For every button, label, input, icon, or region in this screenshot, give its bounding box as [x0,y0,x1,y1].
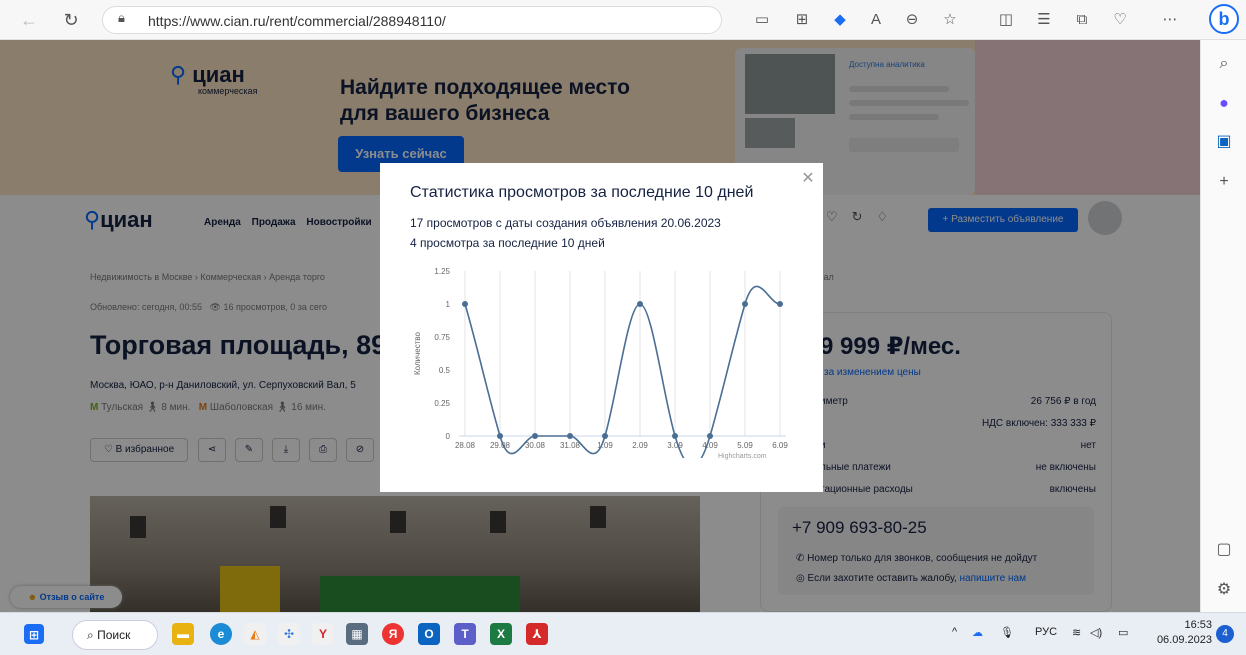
browser-sidebar: ⌕ ● ▣ + ▢ ⚙ [1200,40,1246,612]
modal-title: Статистика просмотров за последние 10 дн… [410,184,754,201]
outlook-taskbar-icon[interactable]: O [418,623,440,645]
sidebar-toggle-icon[interactable]: ▢ [1214,540,1234,560]
data-point[interactable] [672,433,678,439]
y-axis-label: Количество [413,331,422,375]
zoom-icon[interactable]: ⊖ [902,10,922,30]
app-grid-icon[interactable]: ⊞ [792,10,812,30]
battery-icon[interactable]: ▭ [1118,626,1128,639]
yandex-icon[interactable]: Y [312,623,334,645]
pdf-reader-icon[interactable]: ⅄ [526,623,548,645]
more-menu-icon[interactable]: ⋯ [1160,10,1180,30]
read-aloud-icon[interactable]: A [866,10,886,30]
y-tick-label: 0 [446,432,451,441]
chevron-up-icon[interactable]: ^ [952,626,957,638]
notification-badge[interactable]: 4 [1216,625,1234,643]
teams-icon[interactable]: T [454,623,476,645]
onedrive-icon[interactable]: ☁ [972,626,983,639]
views-stats-modal: ✕ Статистика просмотров за последние 10 … [380,163,823,492]
settings-gear-icon[interactable]: ⚙ [1214,580,1234,600]
data-point[interactable] [532,433,538,439]
data-point[interactable] [637,301,643,307]
edge-browser-icon[interactable]: e [210,623,232,645]
x-tick-label: 3.09 [667,441,683,450]
add-icon[interactable]: + [1214,172,1234,192]
calculator-icon[interactable]: ▦ [346,623,368,645]
x-tick-label: 29.08 [490,441,511,450]
excel-icon[interactable]: X [490,623,512,645]
copilot-icon[interactable]: ● [1214,94,1234,114]
yandex-browser-icon[interactable]: Я [382,623,404,645]
extension-icon[interactable]: ◆ [830,10,850,30]
y-tick-label: 0.75 [434,333,450,342]
x-tick-label: 4.09 [702,441,718,450]
back-arrow-icon[interactable]: ← [18,9,40,31]
search-icon: ⌕ [87,628,94,642]
y-axis: 0 0.25 0.5 0.75 1 1.25 [434,267,450,441]
highcharts-credits[interactable]: Highcharts.com [718,453,767,460]
outlook-icon[interactable]: ▣ [1214,132,1234,152]
favorite-star-icon[interactable]: ☆ [940,10,960,30]
x-tick-label: 2.09 [632,441,648,450]
bing-chat-icon[interactable]: b [1209,4,1239,34]
browser-toolbar: ← ↻ 🔒︎ https://www.cian.ru/rent/commerci… [0,0,1246,40]
data-point[interactable] [742,301,748,307]
y-tick-label: 0.25 [434,399,450,408]
x-tick-label: 30.08 [525,441,546,450]
series-points [462,301,783,439]
taskbar-search[interactable]: ⌕ Поиск [72,620,158,650]
url-text[interactable]: https://www.cian.ru/rent/commercial/2889… [148,13,446,29]
x-tick-label: 6.09 [772,441,788,450]
y-tick-label: 0.5 [439,366,451,375]
x-tick-label: 31.08 [560,441,581,450]
puzzle-app-icon[interactable]: ✣ [278,623,300,645]
x-tick-label: 28.08 [455,441,476,450]
data-point[interactable] [707,433,713,439]
data-point[interactable] [462,301,468,307]
language-indicator[interactable]: РУС [1035,626,1057,638]
close-icon[interactable]: ✕ [800,171,816,187]
data-point[interactable] [497,433,503,439]
split-screen-icon[interactable]: ◫ [996,10,1016,30]
data-point[interactable] [602,433,608,439]
file-explorer-icon[interactable]: ▬ [172,623,194,645]
collections-icon[interactable]: ⧉ [1072,10,1092,30]
reader-view-icon[interactable]: ▭ [752,10,772,30]
windows-start-icon[interactable]: ⊞ [24,624,44,644]
photos-app-icon[interactable]: ◭ [244,623,266,645]
series-line [464,285,781,458]
data-point[interactable] [777,301,783,307]
total-views-text: 17 просмотров с даты создания объявления… [410,216,721,230]
views-line-chart: 0 0.25 0.5 0.75 1 1.25 28.08 29.08 30.08 31.08 1.… [413,267,788,458]
x-tick-label: 5.09 [737,441,753,450]
refresh-icon[interactable]: ↻ [60,9,82,31]
data-point[interactable] [567,433,573,439]
browser-essentials-icon[interactable]: ♡ [1110,10,1130,30]
y-tick-label: 1 [446,300,451,309]
microphone-icon[interactable]: 🎙︎ [1000,626,1014,639]
taskbar-clock[interactable]: 16:53 06.09.2023 [1150,618,1212,648]
y-tick-label: 1.25 [434,267,450,276]
volume-icon[interactable]: ◁) [1090,626,1102,639]
favorites-list-icon[interactable]: ☰ [1034,10,1054,30]
search-icon[interactable]: ⌕ [1214,54,1234,74]
windows-taskbar: ⊞ ⌕ Поиск ▬ e ◭ ✣ Y ▦ Я O T X ⅄ ^ ☁ 🎙︎ Р… [0,612,1246,655]
recent-views-text: 4 просмотра за последние 10 дней [410,236,605,250]
lock-icon[interactable]: 🔒︎ [118,10,125,26]
wifi-icon[interactable]: ≋ [1072,626,1081,639]
